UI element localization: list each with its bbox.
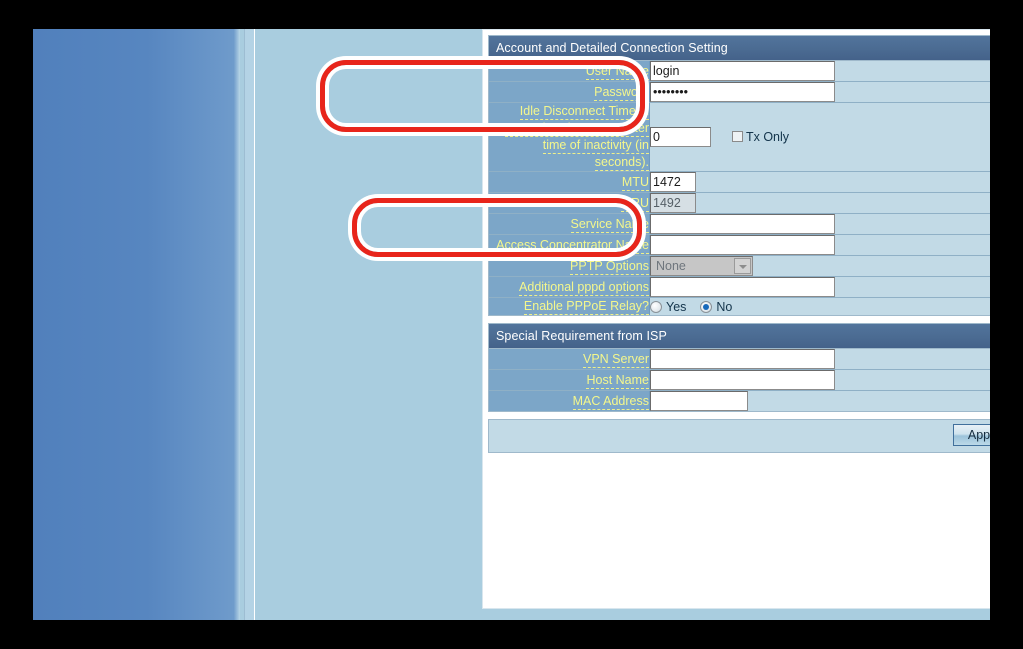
apply-bar: Apply: [488, 419, 990, 453]
vpn-server-input[interactable]: [650, 349, 835, 369]
left-navigation-panel: [33, 29, 240, 620]
table-row: MRU: [489, 192, 990, 214]
special-isp-table: VPN Server Host Name MAC Address: [489, 349, 990, 411]
value-host-name: [649, 369, 990, 391]
label-service-name: Service Name: [489, 213, 650, 235]
table-row: MAC Address: [489, 390, 990, 411]
value-pptp-options: None: [649, 255, 990, 277]
account-settings-table: User Name Password: [489, 61, 990, 315]
mru-input: [650, 193, 696, 213]
table-row: Additional pppd options: [489, 276, 990, 298]
pptp-options-select[interactable]: None: [650, 256, 753, 276]
table-row: MTU: [489, 171, 990, 193]
label-mtu: MTU: [489, 171, 650, 193]
value-enable-pppoe-relay: Yes No: [649, 297, 990, 315]
label-mru: MRU: [489, 192, 650, 214]
pppoe-relay-yes-label: Yes: [666, 299, 687, 314]
label-idle-disconnect: Idle Disconnect Time in seconds: Disconn…: [489, 102, 650, 172]
router-admin-page: Account and Detailed Connection Setting …: [33, 29, 990, 620]
label-vpn-server: VPN Server: [489, 349, 650, 370]
tx-only-checkbox[interactable]: [731, 131, 743, 142]
access-concentrator-name-input[interactable]: [650, 235, 835, 255]
pppoe-relay-yes-radio[interactable]: [650, 300, 662, 313]
table-row: PPTP Options None: [489, 255, 990, 277]
mtu-input[interactable]: [650, 172, 696, 192]
panel-divider-strip: [244, 29, 255, 620]
label-user-name: User Name: [489, 61, 650, 82]
label-additional-pppd-options: Additional pppd options: [489, 276, 650, 298]
chevron-down-icon: [734, 258, 751, 274]
value-idle-disconnect: Tx Only: [649, 102, 990, 172]
table-row: Password: [489, 81, 990, 103]
label-mac-address: MAC Address: [489, 390, 650, 411]
table-row: Enable PPPoE Relay? Yes No: [489, 297, 990, 315]
table-row: Service Name: [489, 213, 990, 235]
table-row: VPN Server: [489, 349, 990, 370]
table-row: User Name: [489, 61, 990, 82]
host-name-input[interactable]: [650, 370, 835, 390]
label-enable-pppoe-relay: Enable PPPoE Relay?: [489, 297, 650, 315]
section-special-isp-header: Special Requirement from ISP: [489, 324, 990, 349]
value-service-name: [649, 213, 990, 235]
additional-pppd-options-input[interactable]: [650, 277, 835, 297]
table-row: Host Name: [489, 369, 990, 391]
value-access-concentrator-name: [649, 234, 990, 256]
pppoe-relay-no-label: No: [716, 299, 733, 314]
settings-form-card: Account and Detailed Connection Setting …: [482, 29, 990, 609]
user-name-input[interactable]: [650, 61, 835, 81]
section-account: Account and Detailed Connection Setting …: [488, 35, 990, 316]
label-password: Password: [489, 81, 650, 103]
content-area: Account and Detailed Connection Setting …: [255, 29, 990, 620]
value-password: [649, 81, 990, 103]
mac-address-input[interactable]: [650, 391, 748, 411]
label-pptp-options: PPTP Options: [489, 255, 650, 277]
table-row: Idle Disconnect Time in seconds: Disconn…: [489, 102, 990, 172]
password-input[interactable]: [650, 82, 835, 102]
value-user-name: [649, 61, 990, 82]
table-row: Access Concentrator Name: [489, 234, 990, 256]
label-access-concentrator-name: Access Concentrator Name: [489, 234, 650, 256]
value-mac-address: [649, 390, 990, 411]
pptp-options-selected-value: None: [656, 259, 686, 273]
value-additional-pppd-options: [649, 276, 990, 298]
section-special-isp: Special Requirement from ISP VPN Server: [488, 323, 990, 412]
pppoe-relay-no-radio[interactable]: [700, 300, 713, 313]
value-mru: [649, 192, 990, 214]
apply-button[interactable]: Apply: [953, 424, 990, 446]
idle-disconnect-input[interactable]: [650, 127, 711, 147]
label-host-name: Host Name: [489, 369, 650, 391]
service-name-input[interactable]: [650, 214, 835, 234]
value-mtu: [649, 171, 990, 193]
section-account-header: Account and Detailed Connection Setting: [489, 36, 990, 61]
tx-only-label: Tx Only: [745, 130, 790, 144]
screenshot-root: Account and Detailed Connection Setting …: [0, 0, 1023, 649]
value-vpn-server: [649, 349, 990, 370]
